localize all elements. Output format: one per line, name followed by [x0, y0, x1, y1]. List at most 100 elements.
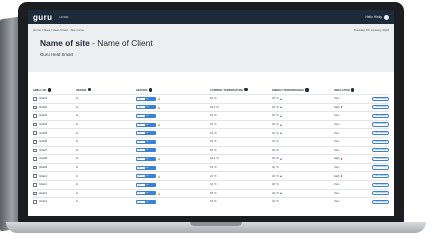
cell-energy: 32 °C: [272, 200, 334, 203]
heating-toggle[interactable]: Off On: [136, 174, 156, 179]
nav-home-link[interactable]: HOME: [59, 15, 68, 19]
info-icon[interactable]: [305, 88, 309, 92]
view-dwelling-button[interactable]: View Dwelling: [372, 182, 389, 187]
table-row[interactable]: Gha10 H Off On 21 °C 32 °C High View Dwelling: [33, 171, 389, 180]
toggle-on-label: On: [145, 123, 155, 126]
heating-toggle[interactable]: Off On: [136, 105, 156, 110]
table-row[interactable]: Gha08 H Off On 22.4 °C 32 °C High View Dwelling: [33, 154, 389, 163]
table-row[interactable]: Gha12 H Off On 18 °C 32 °C Vsm View Dwelling: [33, 188, 389, 198]
cell-id: Gha10: [33, 174, 76, 178]
view-dwelling-button[interactable]: View Dwelling: [372, 199, 389, 205]
row-checkbox[interactable]: [33, 114, 37, 118]
view-dwelling-button[interactable]: View Dwelling: [372, 148, 389, 153]
row-checkbox[interactable]: [33, 157, 37, 161]
dwelling-id: Gha06: [39, 140, 48, 144]
view-dwelling-button[interactable]: View Dwelling: [372, 165, 389, 170]
col-header-current-temp[interactable]: CURRENT TEMPERATURE: [210, 87, 272, 93]
dwelling-id: Gha09: [39, 166, 48, 170]
heating-toggle[interactable]: Off On: [136, 191, 156, 196]
view-dwelling-button[interactable]: View Dwelling: [372, 122, 389, 127]
insulation-value: High: [334, 105, 340, 109]
row-checkbox[interactable]: [33, 148, 37, 153]
heating-toggle[interactable]: Off On: [136, 113, 156, 118]
warning-icon: [157, 123, 160, 127]
toggle-off-label: Off: [137, 114, 145, 117]
view-dwelling-button[interactable]: View Dwelling: [372, 113, 389, 119]
view-dwelling-button[interactable]: View Dwelling: [372, 191, 389, 196]
view-dwelling-button[interactable]: View Dwelling: [372, 174, 389, 179]
heating-toggle[interactable]: Off On: [136, 156, 156, 161]
table-row[interactable]: Gha01 H Off On 18 °C 32 °C Vsm View Dwelling: [33, 94, 389, 103]
info-icon[interactable]: [351, 88, 355, 92]
row-checkbox[interactable]: [33, 105, 37, 110]
row-checkbox[interactable]: [33, 139, 37, 144]
table-row[interactable]: Gha07 H Off On 18 °C 32 °C Vsm View Dwelling: [33, 145, 389, 155]
heating-toggle[interactable]: Off On: [136, 96, 156, 101]
info-icon[interactable]: [87, 87, 91, 92]
view-dwelling-button[interactable]: View Dwelling: [372, 105, 389, 110]
info-icon[interactable]: [244, 87, 248, 92]
table-row[interactable]: Gha13 H Off On 19 °C 32 °C Vsm View Dwelling: [33, 197, 389, 206]
alert-dot-icon: [340, 106, 343, 109]
energy-value: 32 °C: [272, 174, 279, 178]
trend-up-icon: [279, 132, 282, 135]
table-row[interactable]: Gha05 H Off On 19 °C 32 °C Vsm View Dwelling: [33, 128, 389, 137]
row-checkbox[interactable]: [33, 174, 37, 178]
col-header-heating[interactable]: HEATING: [136, 88, 210, 92]
heating-toggle[interactable]: Off On: [136, 165, 156, 170]
table-row[interactable]: Gha09 H Off On 19 °C 32 °C Vsm View Dwelling: [33, 162, 389, 172]
toggle-on-label: On: [145, 140, 155, 143]
cell-id: Gha11: [33, 182, 76, 187]
col-header-label: SMELL NO: [33, 88, 47, 92]
cell-heating: Off On: [136, 105, 210, 110]
col-header-label: CURRENT TEMPERATURE: [210, 89, 243, 93]
cell-id: Gha13: [33, 200, 76, 204]
col-header-insulation[interactable]: INSULATION: [334, 88, 371, 92]
cell-id: Gha08: [33, 157, 76, 161]
row-checkbox[interactable]: [33, 122, 37, 127]
site-name: Name of site: [40, 38, 90, 48]
energy-value: 32 °C: [272, 200, 279, 204]
table-row[interactable]: Gha11 H Off On 19 °C 32 °C Vsm View Dwelling: [33, 179, 389, 189]
toggle-on-label: On: [145, 149, 155, 152]
breadcrumb[interactable]: Home / Sites / Heat Smart - Site name: [33, 28, 84, 32]
heating-toggle[interactable]: Off On: [136, 122, 156, 127]
table-row[interactable]: Gha06 H Off On 19 °C 32 °C Vsm View Dwelling: [33, 136, 389, 146]
row-checkbox[interactable]: [33, 131, 37, 135]
heating-toggle[interactable]: Off On: [136, 199, 156, 204]
warning-icon: [157, 105, 160, 109]
cell-energy: 32 °C: [272, 106, 334, 109]
heating-toggle[interactable]: Off On: [136, 182, 156, 187]
row-checkbox[interactable]: [33, 97, 37, 101]
view-dwelling-button[interactable]: View Dwelling: [372, 156, 389, 162]
row-checkbox[interactable]: [33, 182, 37, 187]
col-header-smell-no[interactable]: SMELL NO: [33, 88, 76, 92]
col-header-energy[interactable]: ENERGY PERFORMANCE: [272, 88, 334, 92]
cell-current-temp: 19 °C: [210, 183, 217, 187]
insulation-value: High: [334, 174, 340, 178]
info-icon[interactable]: [47, 88, 52, 92]
row-checkbox[interactable]: [33, 200, 37, 204]
col-header-region[interactable]: REGION: [76, 87, 136, 92]
app-logo[interactable]: guru: [33, 13, 52, 22]
cell-current-temp: 18.2 °C: [210, 105, 219, 109]
view-dwelling-button[interactable]: View Dwelling: [372, 131, 389, 136]
trend-up-icon: [279, 114, 282, 117]
heating-toggle[interactable]: Off On: [136, 139, 156, 144]
heating-toggle[interactable]: Off On: [136, 131, 156, 136]
view-dwelling-button[interactable]: View Dwelling: [372, 139, 389, 144]
user-menu[interactable]: Hello Hinky: [365, 14, 389, 20]
view-dwelling-button[interactable]: View Dwelling: [372, 96, 389, 101]
row-checkbox[interactable]: [33, 191, 37, 196]
dwelling-id: Gha02: [39, 105, 48, 109]
toggle-on-label: On: [145, 166, 155, 169]
cell-current-temp: 19 °C: [210, 166, 217, 170]
row-checkbox[interactable]: [33, 165, 37, 170]
table-row[interactable]: Gha04 H Off On 18 °C 32 °C Vsm View Dwelling: [33, 119, 389, 129]
cell-region: H: [76, 114, 78, 118]
info-icon[interactable]: [148, 88, 153, 92]
heating-toggle[interactable]: Off On: [136, 148, 156, 153]
table-row[interactable]: Gha02 H Off On 18.2 °C 32 °C High View Dwelling: [33, 102, 389, 112]
table-row[interactable]: Gha03 H Off On 19 °C 32 °C Vsm View Dwelling: [33, 111, 389, 120]
energy-value: 32 °C: [272, 166, 279, 170]
